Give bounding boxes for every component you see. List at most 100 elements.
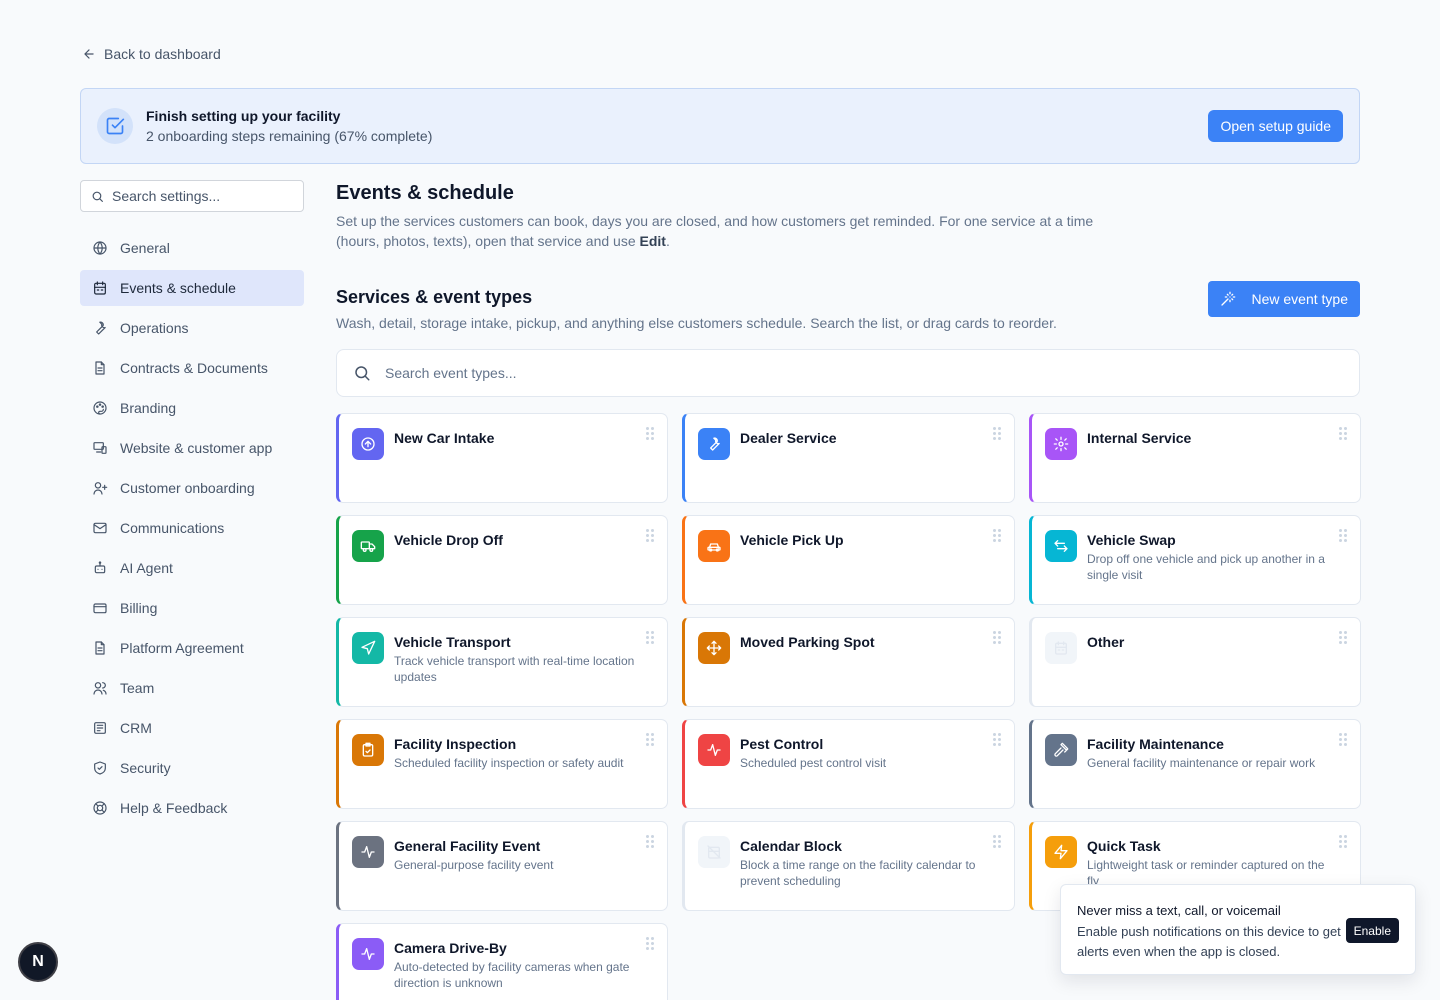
event-icon-badge bbox=[352, 836, 384, 868]
event-type-card-other[interactable]: Other bbox=[1029, 617, 1361, 707]
sidebar-item-contracts-and-documents[interactable]: Contracts & Documents bbox=[80, 350, 304, 386]
setup-banner-title: Finish setting up your facility bbox=[146, 108, 341, 124]
event-text: General Facility Event General-purpose fa… bbox=[394, 836, 553, 910]
sidebar-item-communications[interactable]: Communications bbox=[80, 510, 304, 546]
sidebar-item-events-and-schedule[interactable]: Events & schedule bbox=[80, 270, 304, 306]
event-text: Moved Parking Spot bbox=[740, 632, 875, 706]
new-event-type-button[interactable]: New event type bbox=[1207, 281, 1360, 317]
arrow-left-icon bbox=[84, 49, 94, 59]
sidebar-item-label: Branding bbox=[120, 400, 177, 416]
sidebar-item-website-and-customer-app[interactable]: Website & customer app bbox=[80, 430, 304, 466]
event-type-search-input[interactable] bbox=[385, 365, 1285, 381]
event-type-card-vehicle-transport[interactable]: Vehicle Transport Track vehicle transport… bbox=[336, 617, 668, 707]
sidebar-item-customer-onboarding[interactable]: Customer onboarding bbox=[80, 470, 304, 506]
drag-handle-icon[interactable] bbox=[646, 733, 654, 746]
calendar-icon bbox=[1055, 641, 1067, 655]
event-icon-badge bbox=[1045, 428, 1077, 460]
event-type-card-facility-inspection[interactable]: Facility Inspection Scheduled facility in… bbox=[336, 719, 668, 809]
drag-handle-icon[interactable] bbox=[993, 835, 1001, 848]
sidebar-item-general[interactable]: General bbox=[80, 230, 304, 266]
calendar-off-icon bbox=[707, 845, 721, 859]
event-title: Quick Task bbox=[1087, 838, 1161, 854]
open-setup-guide-button[interactable]: Open setup guide bbox=[1208, 110, 1343, 142]
event-icon-badge bbox=[1045, 836, 1077, 868]
drag-handle-icon[interactable] bbox=[646, 529, 654, 542]
mail-icon bbox=[93, 522, 107, 534]
event-type-card-new-car-intake[interactable]: New Car Intake bbox=[336, 413, 668, 503]
sidebar-item-operations[interactable]: Operations bbox=[80, 310, 304, 346]
bot-icon bbox=[94, 561, 106, 574]
sidebar-item-platform-agreement[interactable]: Platform Agreement bbox=[80, 630, 304, 666]
event-type-card-general-facility-event[interactable]: General Facility Event General-purpose fa… bbox=[336, 821, 668, 911]
sidebar-item-label: Communications bbox=[120, 520, 225, 536]
event-description: General-purpose facility event bbox=[394, 858, 554, 872]
drag-handle-icon[interactable] bbox=[1339, 427, 1347, 440]
sidebar-item-label: Website & customer app bbox=[120, 440, 273, 456]
event-type-card-pest-control[interactable]: Pest Control Scheduled pest control visit bbox=[682, 719, 1015, 809]
app-badge[interactable]: N bbox=[18, 942, 58, 982]
drag-handle-icon[interactable] bbox=[646, 937, 654, 950]
event-description: Scheduled pest control visit bbox=[740, 756, 887, 770]
arrow-up-circle-icon bbox=[361, 437, 375, 451]
activity-icon bbox=[707, 744, 721, 756]
event-type-card-vehicle-swap[interactable]: Vehicle Swap Drop off one vehicle and pic… bbox=[1029, 515, 1361, 605]
drag-handle-icon[interactable] bbox=[1339, 631, 1347, 644]
drag-handle-icon[interactable] bbox=[1339, 835, 1347, 848]
event-type-card-moved-parking-spot[interactable]: Moved Parking Spot bbox=[682, 617, 1015, 707]
drag-handle-icon[interactable] bbox=[646, 835, 654, 848]
wrench-icon bbox=[96, 321, 106, 335]
drag-handle-icon[interactable] bbox=[1339, 733, 1347, 746]
calendar-icon bbox=[94, 281, 106, 295]
sidebar-item-label: CRM bbox=[120, 720, 152, 736]
toast-title: Never miss a text, call, or voicemail bbox=[1077, 903, 1281, 918]
event-type-card-facility-maintenance[interactable]: Facility Maintenance General facility mai… bbox=[1029, 719, 1361, 809]
drag-handle-icon[interactable] bbox=[993, 529, 1001, 542]
event-title: Moved Parking Spot bbox=[740, 634, 875, 650]
clipboard-check-icon bbox=[362, 742, 374, 757]
event-icon-badge bbox=[352, 632, 384, 664]
drag-handle-icon[interactable] bbox=[993, 733, 1001, 746]
palette-icon bbox=[93, 401, 107, 415]
event-description: Block a time range on the facility calen… bbox=[740, 858, 976, 888]
event-title: Pest Control bbox=[740, 736, 824, 752]
sidebar-item-label: Billing bbox=[120, 600, 158, 616]
event-type-card-dealer-service[interactable]: Dealer Service bbox=[682, 413, 1015, 503]
settings-search-input[interactable] bbox=[112, 188, 282, 204]
event-text: Vehicle Transport Track vehicle transport… bbox=[394, 632, 635, 706]
drag-handle-icon[interactable] bbox=[646, 427, 654, 440]
push-notification-toast: Never miss a text, call, or voicemail En… bbox=[1060, 884, 1416, 975]
event-icon-badge bbox=[352, 428, 384, 460]
settings-sidebar: General Events & schedule Operations Contra… bbox=[80, 180, 304, 830]
enable-notifications-button[interactable]: Enable bbox=[1345, 918, 1399, 943]
sidebar-item-crm[interactable]: CRM bbox=[80, 710, 304, 746]
drag-handle-icon[interactable] bbox=[993, 631, 1001, 644]
event-type-card-vehicle-pick-up[interactable]: Vehicle Pick Up bbox=[682, 515, 1015, 605]
sidebar-item-security[interactable]: Security bbox=[80, 750, 304, 786]
event-type-card-internal-service[interactable]: Internal Service bbox=[1029, 413, 1361, 503]
back-to-dashboard-link[interactable]: Back to dashboard bbox=[82, 46, 221, 62]
sidebar-item-label: Operations bbox=[120, 320, 189, 336]
page-description-end: . bbox=[665, 233, 670, 249]
users-icon bbox=[93, 682, 107, 695]
section-title: Services & event types bbox=[336, 287, 533, 307]
event-title: Internal Service bbox=[1087, 430, 1192, 446]
settings-search[interactable] bbox=[80, 180, 304, 212]
event-type-card-camera-drive-by[interactable]: Camera Drive-By Auto-detected by facility… bbox=[336, 923, 668, 1000]
event-type-search[interactable] bbox=[336, 349, 1360, 397]
event-text: Facility Maintenance General facility mai… bbox=[1087, 734, 1315, 808]
sidebar-item-help-and-feedback[interactable]: Help & Feedback bbox=[80, 790, 304, 826]
drag-handle-icon[interactable] bbox=[1339, 529, 1347, 542]
truck-icon bbox=[360, 541, 376, 552]
event-type-card-vehicle-drop-off[interactable]: Vehicle Drop Off bbox=[336, 515, 668, 605]
event-icon-badge bbox=[1045, 632, 1077, 664]
sidebar-item-branding[interactable]: Branding bbox=[80, 390, 304, 426]
sidebar-item-team[interactable]: Team bbox=[80, 670, 304, 706]
drag-handle-icon[interactable] bbox=[646, 631, 654, 644]
sidebar-item-billing[interactable]: Billing bbox=[80, 590, 304, 626]
lifebuoy-icon bbox=[93, 801, 107, 815]
sidebar-item-label: Help & Feedback bbox=[120, 800, 228, 816]
event-type-card-calendar-block[interactable]: Calendar Block Block a time range on the … bbox=[682, 821, 1015, 911]
setup-banner-subtitle: 2 onboarding steps remaining (67% comple… bbox=[146, 128, 433, 144]
drag-handle-icon[interactable] bbox=[993, 427, 1001, 440]
sidebar-item-ai-agent[interactable]: AI Agent bbox=[80, 550, 304, 586]
